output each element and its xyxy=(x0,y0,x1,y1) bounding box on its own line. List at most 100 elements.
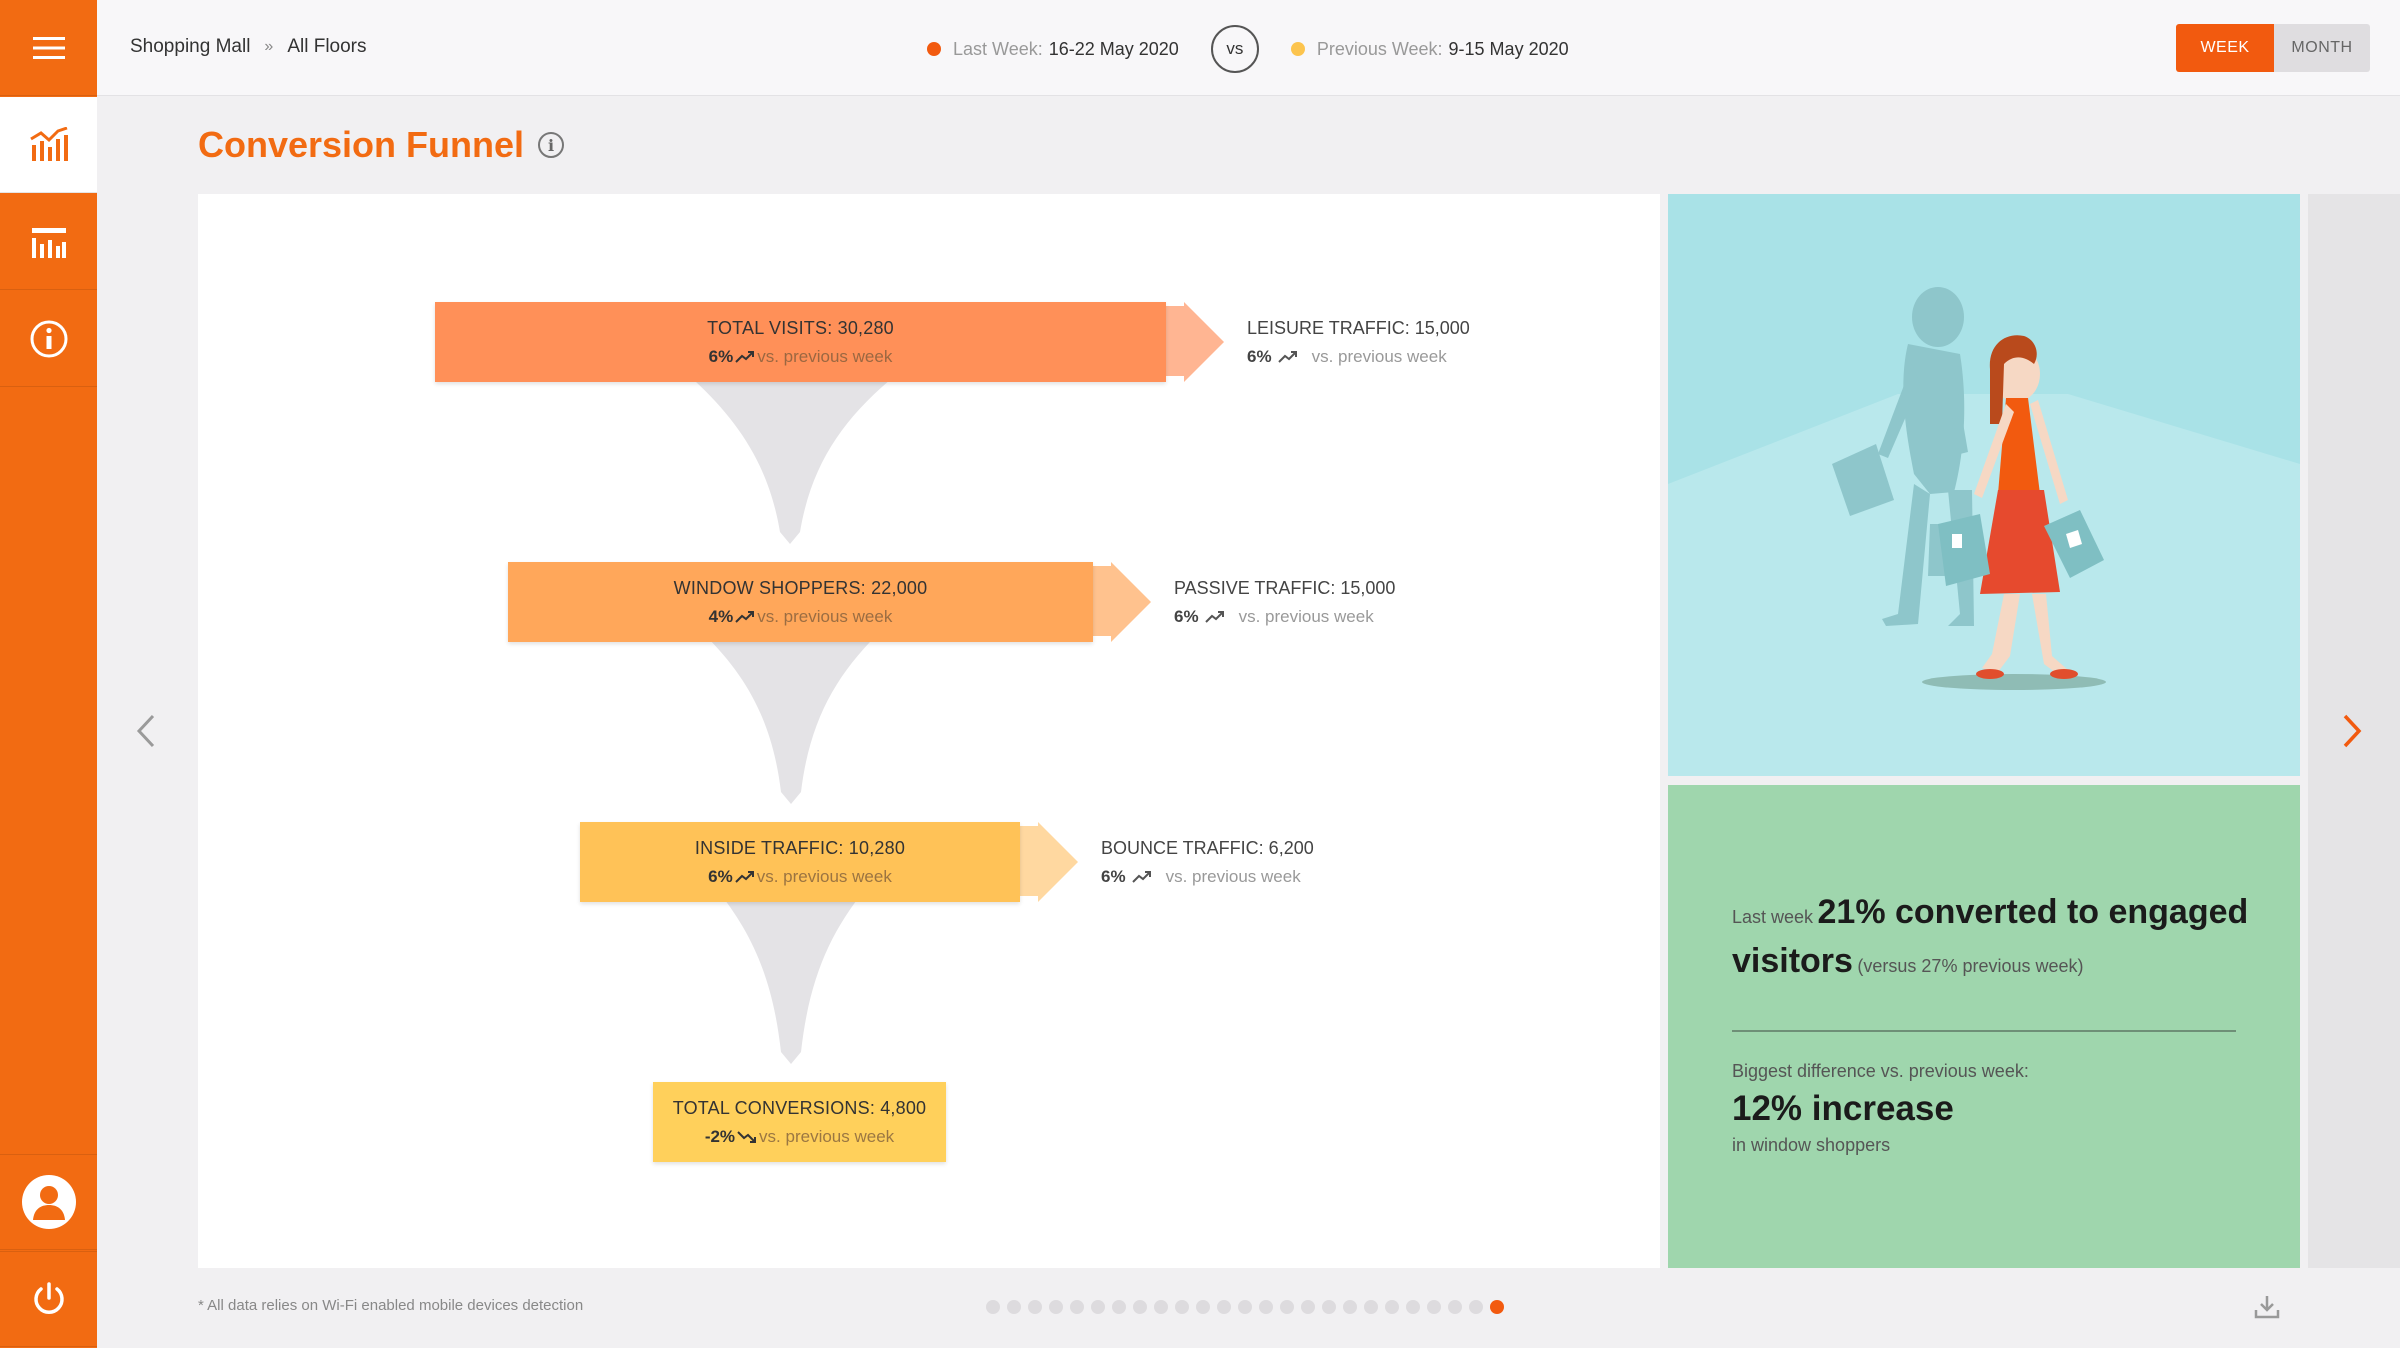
stage-label: WINDOW SHOPPERS: 22,000 xyxy=(673,577,928,598)
page-dot[interactable] xyxy=(986,1300,1000,1314)
date-comparison: Last Week: 16-22 May 2020 vs Previous We… xyxy=(927,24,1569,74)
side-stat-change: 6% vs. previous week xyxy=(1247,347,1470,367)
trend-up-icon xyxy=(1131,871,1151,883)
user-profile-button[interactable] xyxy=(0,1154,97,1250)
page-dot[interactable] xyxy=(1385,1300,1399,1314)
leisure-arrow-shape xyxy=(1166,302,1224,382)
stage-label: TOTAL CONVERSIONS: 4,800 xyxy=(672,1097,927,1118)
trend-down-icon xyxy=(737,1130,757,1143)
page-dot[interactable] xyxy=(1196,1300,1210,1314)
week-button[interactable]: WEEK xyxy=(2176,24,2274,72)
info-icon[interactable]: i xyxy=(538,132,565,158)
stage-vs: vs. previous week xyxy=(756,866,892,886)
previous-week-label: Previous Week: xyxy=(1316,38,1443,59)
page-dot[interactable] xyxy=(1049,1300,1063,1314)
side-stat-label: PASSIVE TRAFFIC: 15,000 xyxy=(1174,578,1396,598)
page-dot[interactable] xyxy=(1343,1300,1357,1314)
menu-button[interactable] xyxy=(0,0,97,96)
stage-total-conversions[interactable]: TOTAL CONVERSIONS: 4,800 -2% vs. previou… xyxy=(653,1082,946,1162)
stage-vs: vs. previous week xyxy=(757,346,893,366)
stage-pct: 6% xyxy=(708,346,734,366)
previous-week-dot xyxy=(1290,42,1305,56)
stage-change: 6% vs. previous week xyxy=(708,867,892,887)
insight-prefix: Last week xyxy=(1732,907,1814,927)
trend-up-icon xyxy=(735,610,755,623)
difference-label: Biggest difference vs. previous week: xyxy=(1732,1061,2029,1081)
user-icon xyxy=(21,1175,76,1229)
side-stat-label: BOUNCE TRAFFIC: 6,200 xyxy=(1101,838,1314,858)
sidebar-item-trends[interactable] xyxy=(0,97,97,193)
breadcrumb-root[interactable]: Shopping Mall xyxy=(130,36,250,58)
top-bar: Shopping Mall » All Floors Last Week: 16… xyxy=(97,0,2400,96)
stage-vs: vs. previous week xyxy=(757,606,893,626)
download-icon[interactable] xyxy=(2254,1294,2280,1320)
last-week-range[interactable]: 16-22 May 2020 xyxy=(1049,39,1179,60)
page-dot[interactable] xyxy=(1217,1300,1231,1314)
previous-week-range[interactable]: 9-15 May 2020 xyxy=(1449,39,1569,60)
page-dot[interactable] xyxy=(1364,1300,1378,1314)
side-stat-change: 6% vs. previous week xyxy=(1101,867,1314,887)
trend-up-icon xyxy=(735,350,755,363)
page-dot[interactable] xyxy=(1406,1300,1420,1314)
page-dot[interactable] xyxy=(1301,1300,1315,1314)
trend-up-icon xyxy=(735,870,754,883)
info-icon xyxy=(30,320,67,357)
page-title-wrap: Conversion Funnel i xyxy=(198,124,565,166)
sidebar-item-reports[interactable] xyxy=(0,194,97,290)
stage-label: TOTAL VISITS: 30,280 xyxy=(707,317,894,338)
month-button[interactable]: MONTH xyxy=(2274,24,2370,72)
insight-summary: Last week 21% converted to engaged visit… xyxy=(1732,891,2252,989)
next-arrow-icon[interactable] xyxy=(2342,714,2362,748)
breadcrumb: Shopping Mall » All Floors xyxy=(130,36,367,58)
stage-inside-traffic[interactable]: INSIDE TRAFFIC: 10,280 6% vs. previous w… xyxy=(580,822,1020,902)
sidebar-item-info[interactable] xyxy=(0,291,97,387)
illustration-card xyxy=(1668,194,2300,776)
stage-window-shoppers[interactable]: WINDOW SHOPPERS: 22,000 4% vs. previous … xyxy=(508,562,1093,642)
last-week-label: Last Week: xyxy=(953,38,1043,59)
sidebar xyxy=(0,0,97,1348)
side-stat-leisure: LEISURE TRAFFIC: 15,000 6% vs. previous … xyxy=(1247,318,1470,367)
stage-vs: vs. previous week xyxy=(759,1126,895,1146)
side-stat-pct: 6% xyxy=(1174,607,1199,626)
data-footnote: * All data relies on Wi-Fi enabled mobil… xyxy=(198,1297,584,1314)
breadcrumb-separator: » xyxy=(264,38,274,55)
insight-card: Last week 21% converted to engaged visit… xyxy=(1668,785,2300,1268)
page-dot[interactable] xyxy=(1007,1300,1021,1314)
stage-pct: -2% xyxy=(704,1126,736,1146)
page-dot[interactable] xyxy=(1469,1300,1483,1314)
page-dot[interactable] xyxy=(1448,1300,1462,1314)
side-stat-bounce: BOUNCE TRAFFIC: 6,200 6% vs. previous we… xyxy=(1101,838,1314,887)
stage-pct: 6% xyxy=(708,866,733,886)
trend-up-icon xyxy=(1277,351,1297,363)
page-dot[interactable] xyxy=(1154,1300,1168,1314)
stage-total-visits[interactable]: TOTAL VISITS: 30,280 6% vs. previous wee… xyxy=(435,302,1166,382)
trend-up-icon xyxy=(1204,611,1224,623)
side-stat-pct: 6% xyxy=(1247,347,1272,366)
previous-arrow-icon[interactable] xyxy=(136,714,156,748)
side-stat-vs: vs. previous week xyxy=(1238,607,1374,626)
line-chart-icon xyxy=(29,126,68,161)
side-stat-vs: vs. previous week xyxy=(1165,867,1301,886)
page-dot[interactable] xyxy=(1070,1300,1084,1314)
page-dot[interactable] xyxy=(1028,1300,1042,1314)
leisure-arrow xyxy=(1166,302,1198,304)
insight-divider xyxy=(1732,1030,2236,1032)
vs-badge: vs xyxy=(1210,25,1259,73)
stage-change: 4% vs. previous week xyxy=(709,607,893,627)
page-dot[interactable] xyxy=(1175,1300,1189,1314)
page-dot[interactable] xyxy=(1112,1300,1126,1314)
page-dot[interactable] xyxy=(1280,1300,1294,1314)
stage-pct: 4% xyxy=(708,606,734,626)
page-dot[interactable] xyxy=(1490,1300,1504,1314)
page-dot[interactable] xyxy=(1091,1300,1105,1314)
logout-button[interactable] xyxy=(0,1251,97,1347)
page-dot[interactable] xyxy=(1322,1300,1336,1314)
page-indicator xyxy=(986,1300,1504,1314)
page-dot[interactable] xyxy=(1427,1300,1441,1314)
period-toggle: WEEK MONTH xyxy=(2176,24,2370,72)
breadcrumb-current[interactable]: All Floors xyxy=(287,36,366,58)
page-dot[interactable] xyxy=(1259,1300,1273,1314)
bar-chart-icon xyxy=(31,227,66,258)
page-dot[interactable] xyxy=(1238,1300,1252,1314)
page-dot[interactable] xyxy=(1133,1300,1147,1314)
